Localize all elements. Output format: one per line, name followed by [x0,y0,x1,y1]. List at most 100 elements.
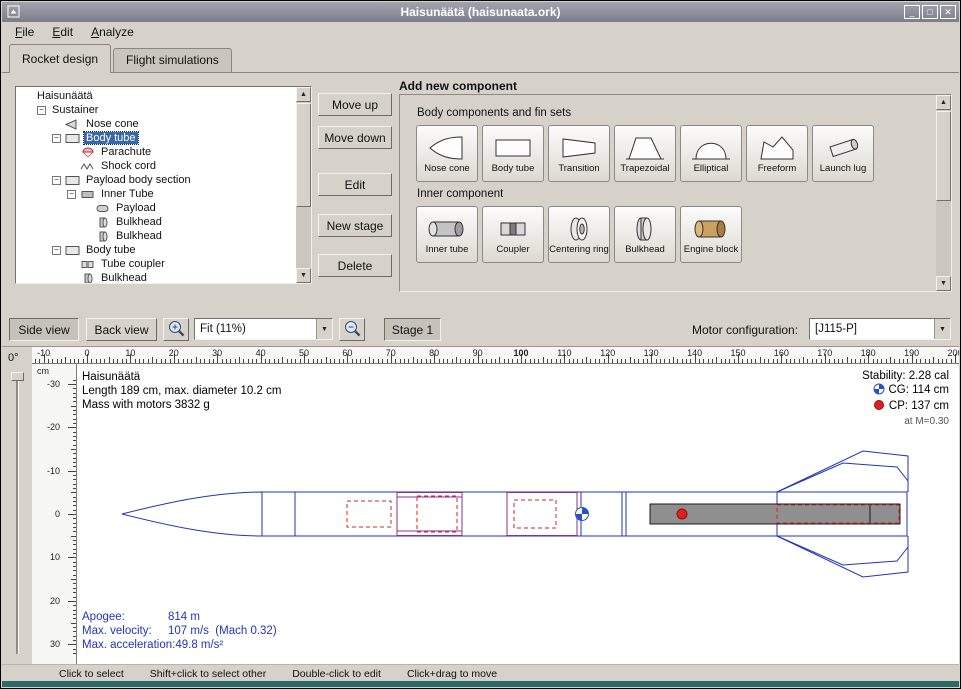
add-centering-ring-button[interactable]: Centering ring [548,206,610,263]
tree-item-label: Tube coupler [99,258,167,270]
scroll-up-icon[interactable]: ▲ [936,95,951,110]
stage-1-label: Stage 1 [392,323,433,337]
add-transition-button[interactable]: Transition [548,125,610,182]
add-inner-tube-button[interactable]: Inner tube [416,206,478,263]
chevron-down-icon[interactable]: ▼ [934,319,950,339]
tree-item-sustainer[interactable]: −Sustainer [16,103,296,117]
add-bulkhead-button[interactable]: Bulkhead [614,206,676,263]
add-freeform-button[interactable]: Freeform [746,125,808,182]
tree-item-payload-body-section[interactable]: − Payload body section [16,173,296,187]
tree-indent [67,148,76,157]
tree-item-label: Parachute [99,146,153,158]
motor-configuration-value: [J115-P] [810,323,934,335]
parachute-icon [80,147,96,158]
cp-icon [873,399,885,415]
status-hint: Shift+click to select other [150,668,266,680]
add-engine-block-button[interactable]: Engine block [680,206,742,263]
centering-ring-icon [557,214,601,244]
palette-scrollbar[interactable]: ▲ ▼ [936,95,951,291]
tree-item-label: Haisunäätä [35,90,95,102]
tab-flight-simulations[interactable]: Flight simulations [113,48,232,73]
tree-expander-icon[interactable]: − [52,134,61,143]
delete-button[interactable]: Delete [318,254,392,277]
tree-indent [82,232,91,241]
tree-expander-icon[interactable]: − [52,176,61,185]
menu-analyze[interactable]: Analyze [82,23,143,41]
freeform-fin-icon [755,133,799,163]
stability-info: Stability: 2.28 cal CG: 114 cm CP: 137 c… [862,369,949,429]
tree-expander-icon[interactable]: − [67,190,76,199]
tree-item-label: Sustainer [50,104,100,116]
scroll-down-icon[interactable]: ▼ [936,276,951,291]
add-nose-cone-button[interactable]: Nose cone [416,125,478,182]
tree-item-inner-tube[interactable]: − Inner Tube [16,187,296,201]
scrollbar-thumb[interactable] [936,111,951,201]
tree-item-label: Inner Tube [99,188,156,200]
palette-group-label: Inner component [417,188,936,200]
zoom-level-select[interactable]: Fit (11%) ▼ [194,318,333,340]
maximize-button[interactable]: □ [922,5,938,19]
bulkhead-icon [95,231,111,242]
rotation-slider-track[interactable] [16,375,19,654]
scrollbar-thumb[interactable] [296,103,311,207]
tree-item-body-tube[interactable]: −Body tube [16,243,296,257]
zoom-level-value: Fit (11%) [195,323,316,335]
back-view-button[interactable]: Back view [86,318,157,341]
add-coupler-button[interactable]: Coupler [482,206,544,263]
tree-item-tube-coupler[interactable]: Tube coupler [16,257,296,271]
nose-cone-icon [65,119,81,130]
rocket-canvas[interactable]: Haisunäätä Length 189 cm, max. diameter … [77,364,959,664]
palette-button-label: Elliptical [694,164,729,174]
chevron-down-icon[interactable]: ▼ [316,319,332,339]
horizontal-ruler: -100102030405060708090100110120130140150… [32,347,959,364]
menu-edit[interactable]: Edit [43,23,82,41]
menu-file[interactable]: File [6,23,43,41]
scroll-up-icon[interactable]: ▲ [296,87,311,102]
body-tube-icon [65,245,81,256]
title-bar[interactable]: Haisunäätä (haisunaata.ork) _ □ ✕ [2,2,959,22]
flight-stat-label: Max. velocity: [82,624,168,638]
tab-rocket-design[interactable]: Rocket design [9,44,111,73]
flight-stat-label: Apogee: [82,610,168,624]
tree-expander-icon[interactable]: − [37,106,46,115]
tree-item-body-tube[interactable]: −Body tube [16,131,296,145]
add-launch-lug-button[interactable]: Launch lug [812,125,874,182]
tree-expander-icon[interactable]: − [52,246,61,255]
side-view-button[interactable]: Side view [9,318,79,341]
tree-indent [67,260,76,269]
tree-item-bulkhead[interactable]: Bulkhead [16,215,296,229]
launch-lug-icon [821,133,865,163]
rotation-slider-handle[interactable] [11,372,24,381]
tree-item-shock-cord[interactable]: Shock cord [16,159,296,173]
window-icon [7,5,20,18]
add-trapezoidal-button[interactable]: Trapezoidal [614,125,676,182]
add-elliptical-button[interactable]: Elliptical [680,125,742,182]
rotation-angle-label: 0° [8,352,19,364]
scroll-down-icon[interactable]: ▼ [296,268,311,283]
move-down-button[interactable]: Move down [318,126,392,149]
motor-configuration-select[interactable]: [J115-P] ▼ [809,318,951,340]
zoom-out-button[interactable] [339,318,365,341]
tree-scrollbar[interactable]: ▲ ▼ [296,87,311,283]
move-up-button[interactable]: Move up [318,93,392,116]
tree-item-bulkhead[interactable]: Bulkhead [16,229,296,243]
stage-1-toggle[interactable]: Stage 1 [384,318,441,341]
window-bottom-edge [2,681,959,687]
bulkhead-icon [95,217,111,228]
tree-item-payload[interactable]: Payload [16,201,296,215]
new-stage-button[interactable]: New stage [318,214,392,237]
tree-item-label: Payload body section [84,174,193,186]
tree-item-nose-cone[interactable]: Nose cone [16,117,296,131]
palette-content: Body components and fin setsNose coneBod… [400,95,936,291]
edit-button[interactable]: Edit [318,173,392,196]
palette-button-label: Nose cone [424,164,469,174]
window-title: Haisunäätä (haisunaata.ork) [2,5,959,19]
add-body-tube-button[interactable]: Body tube [482,125,544,182]
flight-stat-label: Max. acceleration: [82,638,175,652]
minimize-button[interactable]: _ [904,5,920,19]
zoom-in-button[interactable] [163,318,189,341]
close-button[interactable]: ✕ [940,5,956,19]
tree-item-parachute[interactable]: Parachute [16,145,296,159]
tree-item-haisun-t[interactable]: Haisunäätä [16,89,296,103]
tree-item-bulkhead[interactable]: Bulkhead [16,271,296,283]
